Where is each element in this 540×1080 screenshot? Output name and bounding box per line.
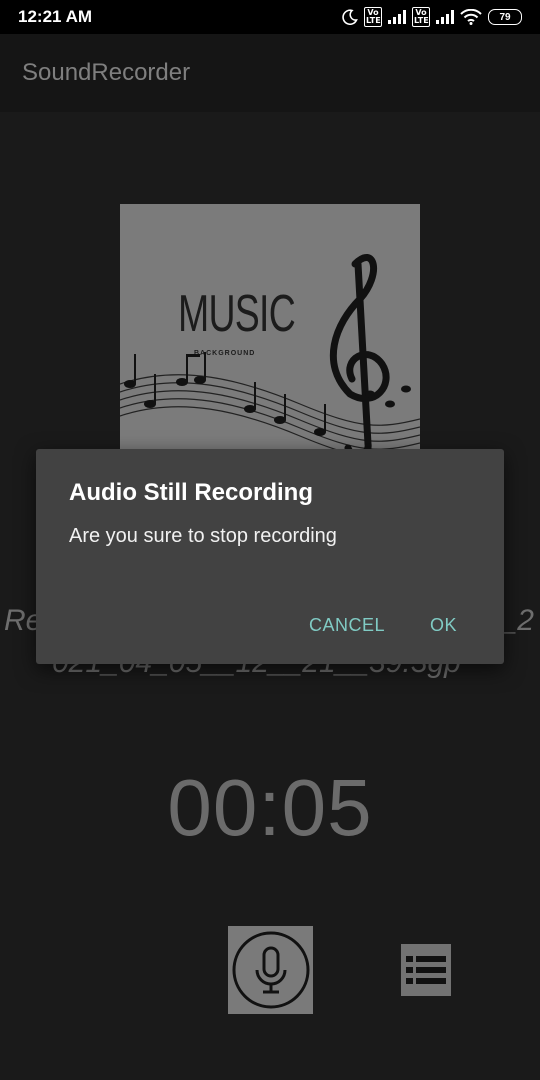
- dialog-title: Audio Still Recording: [69, 479, 313, 506]
- microphone-icon: [232, 931, 309, 1009]
- record-button[interactable]: [228, 926, 313, 1014]
- battery-icon: 79: [488, 9, 522, 25]
- signal-icon: [388, 10, 406, 24]
- ok-button[interactable]: OK: [430, 615, 457, 636]
- cancel-button[interactable]: CANCEL: [309, 615, 385, 636]
- list-icon: [406, 956, 446, 984]
- app-title: SoundRecorder: [22, 59, 191, 86]
- recording-timer: 00:05: [167, 763, 373, 852]
- app-bar: SoundRecorder: [0, 34, 540, 112]
- stop-recording-dialog: Audio Still Recording Are you sure to st…: [36, 449, 504, 664]
- moon-icon: [342, 9, 358, 25]
- status-bar: 12:21 AM Vo LTE Vo LTE 79: [0, 0, 540, 34]
- recordings-list-button[interactable]: [401, 944, 451, 996]
- signal-icon: [436, 10, 454, 24]
- wifi-icon: [460, 9, 482, 25]
- battery-level: 79: [499, 11, 511, 23]
- recording-filename-end: _2: [500, 604, 534, 637]
- status-icons: Vo LTE Vo LTE 79: [342, 6, 522, 28]
- music-cover-image: MUSIC BACKGROUND: [120, 204, 420, 450]
- status-time: 12:21 AM: [18, 7, 93, 26]
- volte-badge-1: Vo LTE: [364, 7, 382, 27]
- dialog-message: Are you sure to stop recording: [69, 525, 337, 547]
- music-notes-illustration: [120, 254, 420, 450]
- volte-badge-2: Vo LTE: [412, 7, 430, 27]
